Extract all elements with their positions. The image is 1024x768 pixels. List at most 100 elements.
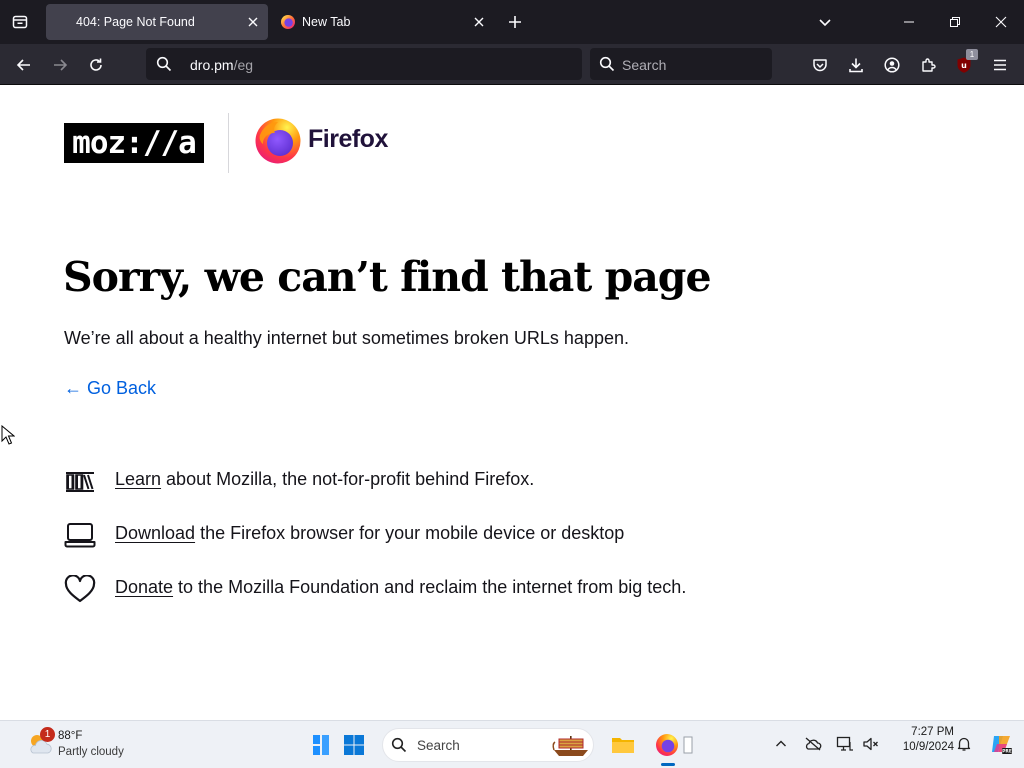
address-bar[interactable]: dro.pm/eg (146, 48, 582, 80)
firefox-taskbar-button[interactable] (651, 729, 683, 761)
extensions-button[interactable] (913, 50, 943, 80)
pocket-button[interactable] (805, 50, 835, 80)
windows-taskbar: 1 88°F Partly cloudy Search 7:27 PM 10/9… (0, 720, 1024, 768)
pocket-icon (813, 59, 827, 72)
minimize-button[interactable] (886, 0, 932, 44)
url-path: /eg (233, 57, 254, 73)
firefox-favicon-icon (281, 15, 295, 29)
volume-tray-button[interactable] (860, 733, 882, 755)
puzzle-icon (922, 58, 936, 72)
tab-title: 404: Page Not Found (76, 15, 195, 29)
downloads-button[interactable] (841, 50, 871, 80)
restore-button[interactable] (932, 0, 978, 44)
show-hidden-icons-button[interactable] (770, 733, 792, 755)
donate-description: to the Mozilla Foundation and reclaim th… (173, 577, 687, 597)
tab-list-button[interactable] (6, 8, 34, 36)
weather-widget[interactable]: 1 88°F Partly cloudy (24, 725, 154, 765)
tab-list-icon (12, 15, 28, 29)
chevron-up-icon (776, 740, 786, 747)
new-tab-button[interactable] (502, 9, 528, 35)
minimize-icon (904, 21, 914, 23)
url-text[interactable]: dro.pm/eg (190, 57, 253, 73)
weather-notification-badge: 1 (40, 727, 55, 742)
learn-link[interactable]: Learn (115, 469, 161, 489)
mozilla-logo[interactable]: moz://a (64, 123, 204, 163)
learn-text: Learn about Mozilla, the not-for-profit … (115, 469, 534, 490)
mozilla-logo-text: moz://a (72, 125, 197, 161)
list-all-tabs-button[interactable] (812, 9, 838, 35)
firefox-logo-icon[interactable] (254, 117, 302, 165)
forward-arrow-icon (54, 59, 68, 71)
navigation-toolbar: dro.pm/eg Search u 1 (0, 44, 1024, 85)
laptop-icon (64, 523, 96, 548)
notifications-button[interactable] (953, 733, 975, 755)
search-icon (599, 56, 615, 72)
search-bar[interactable]: Search (590, 48, 772, 80)
widgets-icon (313, 735, 329, 755)
close-icon (995, 16, 1007, 28)
back-arrow-icon (16, 59, 30, 71)
books-icon (66, 472, 94, 492)
reload-icon (90, 58, 102, 71)
heart-icon (64, 575, 96, 603)
widgets-button[interactable] (306, 729, 338, 761)
app-menu-button[interactable] (985, 50, 1015, 80)
page-title: Sorry, we can’t find that page (63, 253, 712, 301)
page-content: moz://a Firefox Sorry, we can’t find tha… (0, 85, 1024, 720)
tab-close-button[interactable] (244, 13, 262, 31)
copilot-button[interactable]: PRE (988, 731, 1014, 757)
mouse-cursor-icon (1, 425, 15, 445)
start-button[interactable] (338, 729, 370, 761)
bell-icon (957, 737, 971, 751)
search-icon (156, 56, 172, 72)
taskbar-search-label: Search (417, 738, 460, 753)
reload-button[interactable] (81, 50, 111, 80)
network-tray-button[interactable] (834, 733, 856, 755)
donate-link[interactable]: Donate (115, 577, 173, 597)
window-preview-icon (683, 736, 693, 754)
weather-condition: Partly cloudy (58, 746, 124, 758)
svg-text:PRE: PRE (1002, 749, 1012, 755)
taskbar-search-box[interactable]: Search (382, 728, 594, 762)
ublock-extension-button[interactable]: u 1 (949, 49, 979, 80)
clock-date: 10/9/2024 (902, 741, 954, 753)
search-icon (391, 737, 407, 753)
go-back-link[interactable]: ← Go Back (64, 378, 156, 399)
copilot-icon: PRE (992, 736, 1012, 755)
page-description: We’re all about a healthy internet but s… (64, 328, 629, 348)
system-clock[interactable]: 7:27 PM 10/9/2024 (888, 726, 954, 753)
hamburger-menu-icon (994, 59, 1006, 71)
chevron-down-icon (819, 19, 831, 27)
tab-bar: 404: Page Not Found New Tab (0, 0, 1024, 44)
svg-text:u: u (961, 61, 967, 70)
taskbar-app-preview[interactable] (681, 729, 695, 761)
close-window-button[interactable] (978, 0, 1024, 44)
tab-new-tab[interactable]: New Tab (274, 4, 494, 40)
account-button[interactable] (877, 50, 907, 80)
file-explorer-button[interactable] (607, 729, 639, 761)
restore-icon (950, 17, 960, 27)
onedrive-tray-button[interactable] (802, 733, 824, 755)
tab-title: New Tab (302, 15, 351, 29)
extension-badge: 1 (966, 49, 978, 60)
search-placeholder: Search (622, 57, 667, 73)
plus-icon (509, 16, 521, 28)
firefox-wordmark: Firefox (308, 125, 388, 153)
viking-ship-search-highlight-icon (552, 736, 588, 756)
tab-404-page[interactable]: 404: Page Not Found (46, 4, 268, 40)
forward-button[interactable] (45, 50, 75, 80)
monitor-network-icon (836, 736, 853, 751)
tab-close-button[interactable] (470, 13, 488, 31)
close-icon (474, 17, 484, 27)
volume-muted-icon (863, 737, 878, 751)
firefox-icon (656, 734, 678, 756)
cloud-offline-icon (805, 737, 822, 751)
back-button[interactable] (9, 50, 39, 80)
download-description: the Firefox browser for your mobile devi… (195, 523, 625, 543)
download-link[interactable]: Download (115, 523, 195, 543)
folder-icon (612, 738, 634, 753)
url-host: dro.pm (190, 57, 234, 73)
close-icon (248, 17, 258, 27)
download-icon (849, 58, 863, 73)
active-app-indicator (661, 763, 675, 766)
